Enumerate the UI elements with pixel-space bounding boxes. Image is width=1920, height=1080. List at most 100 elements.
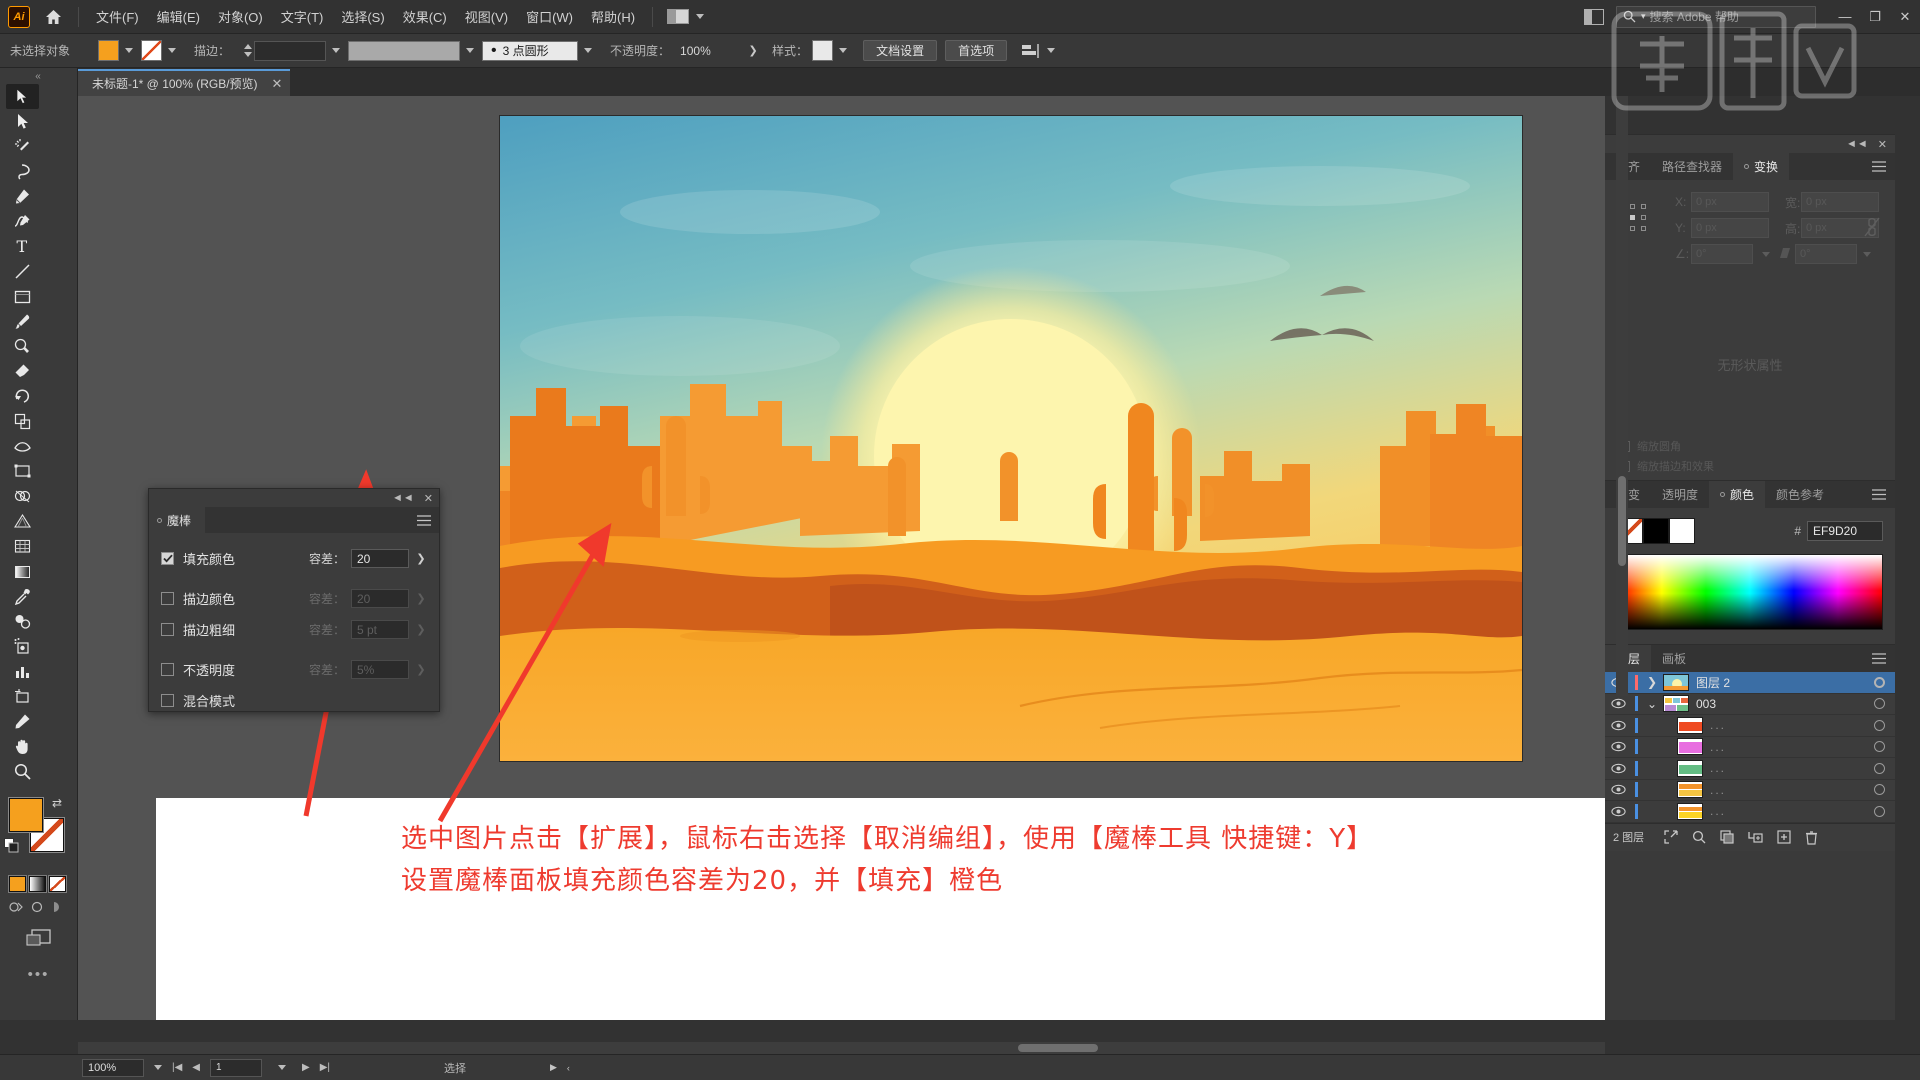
- shear-chevron-icon[interactable]: [1863, 251, 1871, 257]
- document-tab[interactable]: 未标题-1* @ 100% (RGB/预览) ✕: [78, 69, 291, 96]
- canvas-vertical-scrollbar[interactable]: [1616, 96, 1628, 696]
- artboard-tool[interactable]: [6, 684, 39, 709]
- canvas-horizontal-scrollbar[interactable]: [78, 1042, 1605, 1054]
- stroke-chevron-icon[interactable]: [168, 48, 177, 53]
- shear-input[interactable]: 0°: [1795, 244, 1857, 264]
- shaper-tool[interactable]: [6, 334, 39, 359]
- tab-pathfinder[interactable]: 路径查找器: [1651, 153, 1734, 180]
- fill-color-checkbox[interactable]: [161, 552, 174, 565]
- document-setup-button[interactable]: 文档设置: [863, 40, 938, 61]
- table-row[interactable]: ...: [1605, 780, 1895, 801]
- scale-tool[interactable]: [6, 409, 39, 434]
- stroke-profile-select[interactable]: [348, 40, 461, 61]
- gradient-mode-icon[interactable]: [29, 876, 46, 892]
- stroke-tolerance-expand-icon[interactable]: ❯: [415, 592, 427, 605]
- target-indicator-icon[interactable]: [1874, 762, 1885, 774]
- draw-normal-icon[interactable]: [9, 900, 24, 914]
- target-indicator-icon[interactable]: [1874, 719, 1885, 731]
- angle-input[interactable]: 0°: [1691, 244, 1753, 264]
- expand-icon[interactable]: ❯: [1641, 675, 1663, 689]
- new-layer-icon[interactable]: [1777, 830, 1791, 844]
- option-fill-color[interactable]: 填充颜色 容差： 20 ❯: [149, 543, 439, 574]
- pen-tool[interactable]: [6, 184, 39, 209]
- chevron-down-icon[interactable]: [696, 14, 705, 19]
- close-icon[interactable]: ✕: [424, 492, 433, 505]
- stroke-weight-input[interactable]: [254, 40, 327, 61]
- draw-inside-icon[interactable]: [51, 900, 66, 914]
- status-resize-icon[interactable]: ‹: [567, 1063, 570, 1073]
- zoom-tool[interactable]: [6, 759, 39, 784]
- table-row[interactable]: ⌄ 003: [1605, 694, 1895, 715]
- menu-view[interactable]: 视图(V): [456, 3, 517, 30]
- lasso-tool[interactable]: [6, 159, 39, 184]
- table-row[interactable]: ...: [1605, 737, 1895, 758]
- mesh-tool[interactable]: [6, 534, 39, 559]
- perspective-grid-tool[interactable]: [6, 509, 39, 534]
- target-indicator-icon[interactable]: [1874, 741, 1885, 753]
- blending-mode-checkbox[interactable]: [161, 694, 174, 707]
- locate-object-icon[interactable]: [1664, 830, 1678, 844]
- collapse-panel-icon[interactable]: «: [0, 68, 77, 84]
- hex-input[interactable]: EF9D20: [1807, 521, 1883, 541]
- menu-type[interactable]: 文字(T): [272, 3, 333, 30]
- zoom-level-input[interactable]: 100%: [82, 1058, 144, 1077]
- table-row[interactable]: ...: [1605, 715, 1895, 737]
- hand-tool[interactable]: [6, 734, 39, 759]
- brush-definition-select[interactable]: • 3 点圆形: [482, 40, 579, 61]
- magic-wand-tool[interactable]: [6, 134, 39, 159]
- target-indicator-icon[interactable]: [1874, 698, 1885, 710]
- type-tool[interactable]: T: [6, 234, 39, 259]
- target-indicator-icon[interactable]: [1874, 676, 1885, 688]
- expand-status-icon[interactable]: ▶: [550, 1062, 557, 1073]
- collapse-icon[interactable]: ⌄: [1641, 697, 1663, 711]
- style-chevron-icon[interactable]: [839, 48, 848, 53]
- close-icon[interactable]: ✕: [1878, 138, 1887, 151]
- close-button[interactable]: ✕: [1890, 4, 1920, 30]
- target-indicator-icon[interactable]: [1874, 805, 1885, 817]
- first-page-icon[interactable]: |◀: [172, 1062, 182, 1073]
- paintbrush-tool[interactable]: [6, 309, 39, 334]
- slice-tool[interactable]: [6, 709, 39, 734]
- fill-tolerance-input[interactable]: 20: [351, 549, 409, 568]
- option-stroke-color[interactable]: 描边颜色 容差： 20 ❯: [149, 583, 439, 614]
- visibility-icon[interactable]: [1605, 763, 1631, 774]
- maximize-button[interactable]: ❐: [1860, 4, 1890, 30]
- color-mode-icon[interactable]: [9, 876, 26, 892]
- none-mode-icon[interactable]: [49, 876, 66, 892]
- artboard-chevron-icon[interactable]: [278, 1065, 286, 1070]
- swap-fill-stroke-icon[interactable]: ⇄: [52, 796, 62, 810]
- layer-name[interactable]: ...: [1710, 740, 1726, 754]
- selection-tool[interactable]: [6, 84, 39, 109]
- layer-name[interactable]: ...: [1710, 761, 1726, 775]
- stroke-weight-expand-icon[interactable]: ❯: [415, 623, 427, 636]
- tab-transparency[interactable]: 透明度: [1651, 481, 1710, 508]
- default-fill-stroke-icon[interactable]: [4, 838, 20, 859]
- white-swatch[interactable]: [1669, 518, 1695, 544]
- menu-select[interactable]: 选择(S): [332, 3, 393, 30]
- fill-tolerance-expand-icon[interactable]: ❯: [415, 552, 427, 565]
- tab-align[interactable]: 对齐: [1605, 153, 1652, 180]
- fill-chevron-icon[interactable]: [125, 48, 134, 53]
- opacity-expand-icon[interactable]: ❯: [415, 663, 427, 676]
- visibility-icon[interactable]: [1605, 741, 1631, 752]
- draw-behind-icon[interactable]: [30, 900, 45, 914]
- visibility-icon[interactable]: [1605, 720, 1631, 731]
- layer-name[interactable]: 003: [1696, 697, 1716, 711]
- minimize-button[interactable]: —: [1830, 4, 1860, 30]
- collapse-icon[interactable]: ◄◄: [392, 492, 414, 504]
- x-input[interactable]: 0 px: [1691, 192, 1769, 212]
- line-segment-tool[interactable]: [6, 259, 39, 284]
- panel-menu-icon[interactable]: [417, 507, 439, 533]
- menu-edit[interactable]: 编辑(E): [148, 3, 209, 30]
- option-opacity[interactable]: 不透明度 容差： 5% ❯: [149, 654, 439, 685]
- zoom-chevron-icon[interactable]: [154, 1065, 162, 1070]
- angle-chevron-icon[interactable]: [1762, 251, 1770, 257]
- stroke-weight-tolerance-input[interactable]: 5 pt: [351, 620, 409, 639]
- preferences-button[interactable]: 首选项: [945, 40, 1008, 61]
- search-icon[interactable]: [1692, 830, 1706, 844]
- collapse-icon[interactable]: ◄◄: [1846, 138, 1868, 150]
- option-blending-mode[interactable]: 混合模式: [149, 685, 439, 716]
- tab-color[interactable]: 颜色: [1709, 481, 1766, 508]
- stroke-weight-stepper[interactable]: [244, 44, 253, 57]
- screen-mode-button[interactable]: [0, 914, 77, 950]
